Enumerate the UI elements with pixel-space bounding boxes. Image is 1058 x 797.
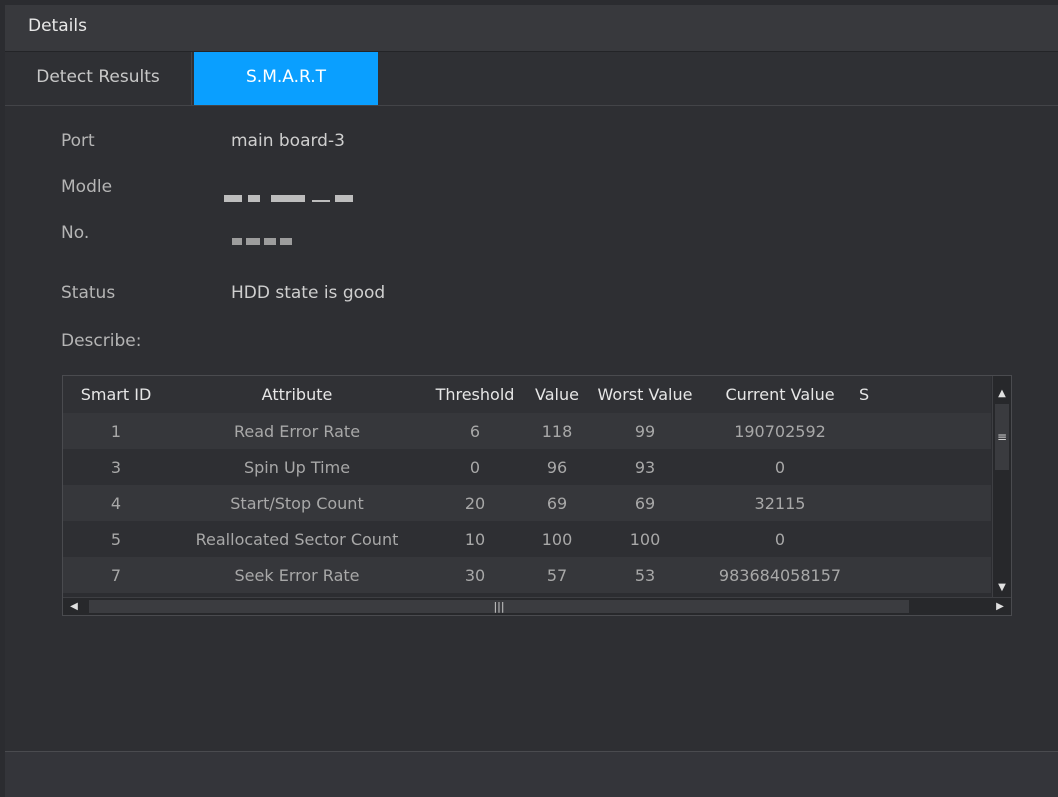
cell-attribute: Spin Up Time [169,449,425,485]
cell-attribute: Seek Error Rate [169,557,425,593]
cell-current-value: 190702592 [701,413,859,449]
cell-current-value: 32115 [701,485,859,521]
cell-attribute: Reallocated Sector Count [169,521,425,557]
horizontal-scroll-thumb[interactable]: ||| [89,600,909,613]
cell-empty [859,521,991,557]
cell-worst-value: 69 [589,485,701,521]
cell-threshold: 30 [425,557,525,593]
table-header-row: Smart ID Attribute Threshold Value Worst… [63,376,991,413]
cell-empty [859,449,991,485]
cell-value: 100 [525,521,589,557]
cell-worst-value: 99 [589,413,701,449]
number-label: No. [61,223,90,243]
cell-threshold: 0 [425,449,525,485]
cell-worst-value: 100 [589,521,701,557]
col-worst-value[interactable]: Worst Value [589,376,701,413]
cell-value: 57 [525,557,589,593]
cell-value: 118 [525,413,589,449]
window-title: Details [28,16,87,36]
cell-empty [859,557,991,593]
scroll-up-arrow-icon[interactable]: ▲ [993,386,1011,402]
col-threshold[interactable]: Threshold [425,376,525,413]
cell-value: 96 [525,449,589,485]
cell-threshold: 20 [425,485,525,521]
scroll-left-arrow-icon[interactable]: ◀ [65,598,83,615]
scroll-right-arrow-icon[interactable]: ▶ [991,598,1009,615]
cell-threshold: 10 [425,521,525,557]
port-label: Port [61,131,95,151]
status-value: HDD state is good [231,283,386,303]
table-row[interactable]: 3 Spin Up Time 0 96 93 0 [63,449,991,485]
vertical-scrollbar[interactable]: ▲ ≡ ▼ [992,376,1011,598]
cell-threshold: 6 [425,413,525,449]
details-window: Details Detect Results S.M.A.R.T Port ma… [5,5,1058,797]
cell-value: 69 [525,485,589,521]
port-value: main board-3 [231,131,345,151]
smart-table-container: Smart ID Attribute Threshold Value Worst… [62,375,1012,616]
cell-smart-id: 1 [63,413,169,449]
cell-attribute: Start/Stop Count [169,485,425,521]
cell-current-value: 0 [701,521,859,557]
col-value[interactable]: Value [525,376,589,413]
footer-bar [5,751,1058,797]
tab-bar: Detect Results S.M.A.R.T [5,52,1058,106]
table-row[interactable]: 4 Start/Stop Count 20 69 69 32115 [63,485,991,521]
cell-empty [859,413,991,449]
col-attribute[interactable]: Attribute [169,376,425,413]
status-label: Status [61,283,116,303]
cell-worst-value: 53 [589,557,701,593]
col-current-value[interactable]: Current Value [701,376,859,413]
titlebar: Details [5,5,1058,52]
cell-smart-id: 5 [63,521,169,557]
smart-table: Smart ID Attribute Threshold Value Worst… [63,376,991,593]
table-row[interactable]: 1 Read Error Rate 6 118 99 190702592 [63,413,991,449]
cell-smart-id: 7 [63,557,169,593]
cell-attribute: Read Error Rate [169,413,425,449]
horizontal-scrollbar[interactable]: ◀ ||| ▶ [63,597,1011,615]
cell-smart-id: 3 [63,449,169,485]
cell-smart-id: 4 [63,485,169,521]
describe-label: Describe: [61,331,142,351]
cell-empty [859,485,991,521]
table-row[interactable]: 7 Seek Error Rate 30 57 53 983684058157 [63,557,991,593]
tab-smart[interactable]: S.M.A.R.T [194,52,378,105]
cell-current-value: 0 [701,449,859,485]
tab-detect-results[interactable]: Detect Results [5,52,192,105]
vertical-scroll-thumb[interactable]: ≡ [995,404,1009,470]
cell-current-value: 983684058157 [701,557,859,593]
scroll-down-arrow-icon[interactable]: ▼ [993,580,1011,596]
col-truncated[interactable]: S [859,376,991,413]
col-smart-id[interactable]: Smart ID [63,376,169,413]
model-label: Modle [61,177,113,197]
cell-worst-value: 93 [589,449,701,485]
table-row[interactable]: 5 Reallocated Sector Count 10 100 100 0 [63,521,991,557]
